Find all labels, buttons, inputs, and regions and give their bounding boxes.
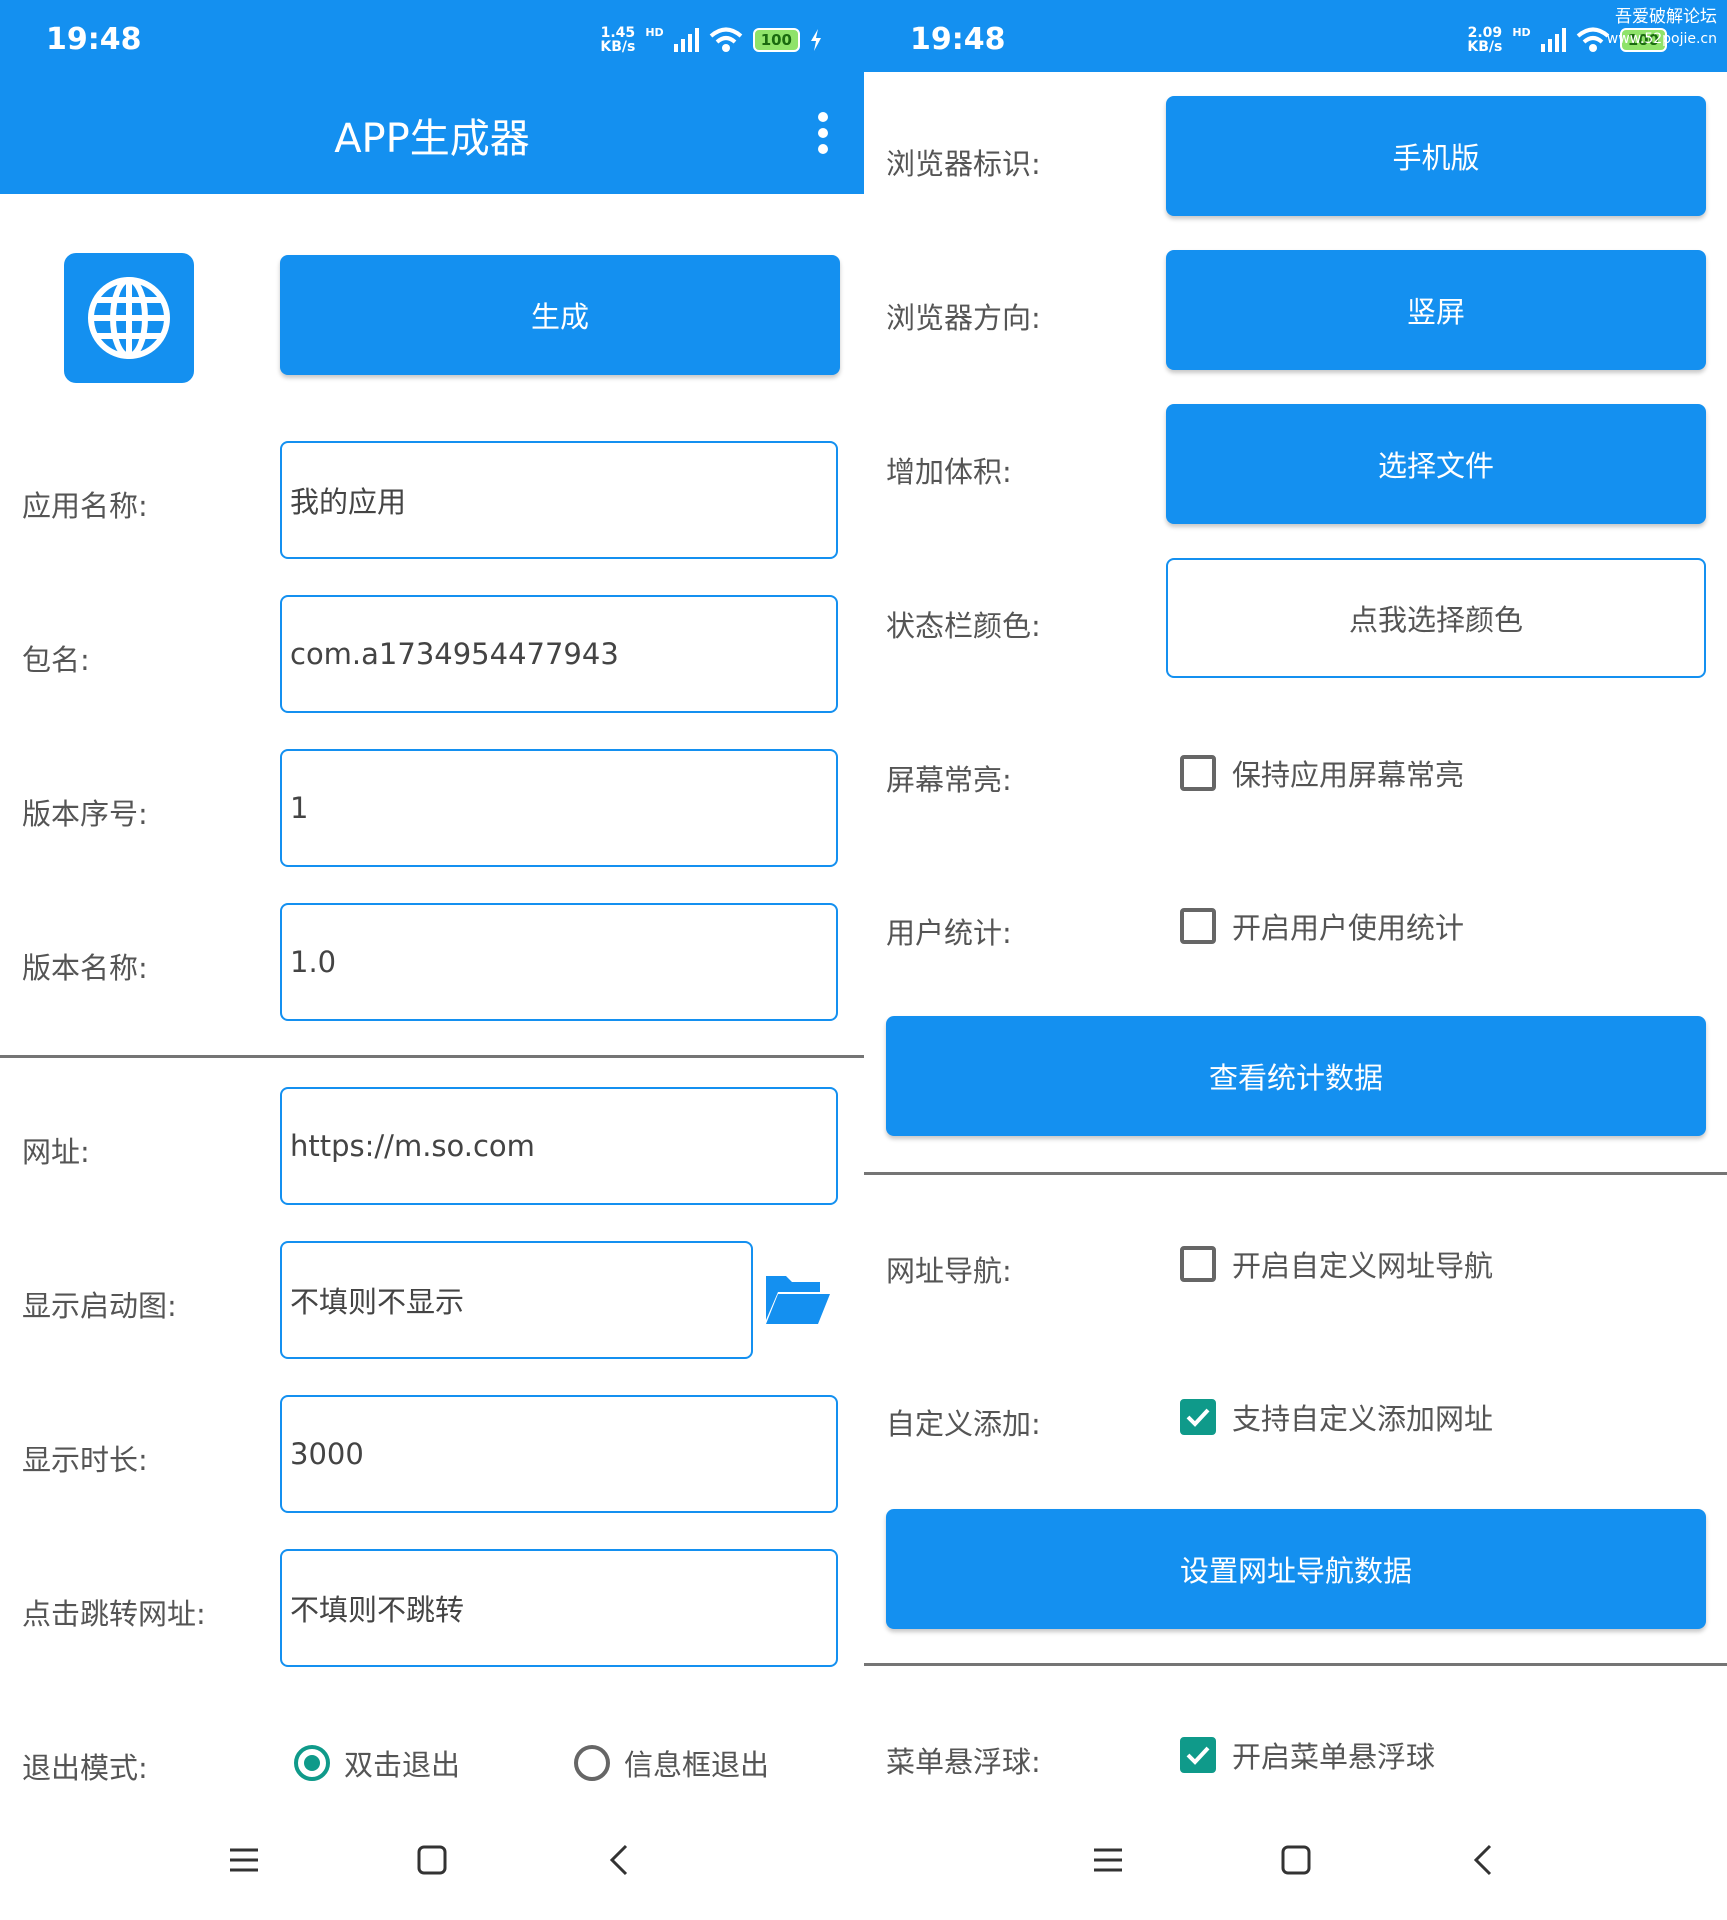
url-label: 网址: (22, 1135, 90, 1169)
wifi-icon (709, 27, 742, 52)
menu-float-label: 菜单悬浮球: (886, 1745, 1041, 1779)
browser-ua-button[interactable]: 手机版 (1166, 96, 1706, 216)
checkmark-icon (1180, 1737, 1216, 1773)
version-code-field[interactable]: 1 (280, 749, 838, 867)
home-icon[interactable] (412, 1840, 452, 1880)
checkbox-unchecked-icon (1180, 908, 1216, 944)
package-name-field[interactable]: com.a1734954477943 (280, 595, 838, 713)
status-bar-color-label: 状态栏颜色: (886, 609, 1041, 643)
app-name-label: 应用名称: (22, 489, 148, 523)
watermark: 吾爱破解论坛 www.52pojie.cn (1606, 7, 1717, 47)
exit-mode-label: 退出模式: (22, 1751, 148, 1785)
hd-badge: HD (645, 26, 664, 39)
splash-duration-label: 显示时长: (22, 1443, 148, 1477)
right-screen: 19:48 2.09 KB/s HD 100 吾爱破解论坛 www.52poji… (864, 0, 1727, 1920)
checkbox-unchecked-icon (1180, 1246, 1216, 1282)
user-stats-label: 用户统计: (886, 916, 1012, 950)
home-icon[interactable] (1276, 1840, 1316, 1880)
click-jump-url-label: 点击跳转网址: (22, 1597, 206, 1631)
set-nav-data-button[interactable]: 设置网址导航数据 (886, 1509, 1706, 1629)
signal-icon (1540, 28, 1566, 52)
version-code-label: 版本序号: (22, 797, 148, 831)
checkbox-unchecked-icon (1180, 755, 1216, 791)
screen-on-label: 屏幕常亮: (886, 763, 1012, 797)
splash-image-field[interactable]: 不填则不显示 (280, 1241, 753, 1359)
app-name-field[interactable]: 我的应用 (280, 441, 838, 559)
status-time: 19:48 (910, 22, 1006, 57)
version-name-label: 版本名称: (22, 951, 148, 985)
url-nav-checkbox[interactable]: 开启自定义网址导航 (1180, 1243, 1493, 1285)
radio-dialog-exit[interactable]: 信息框退出 (574, 1742, 769, 1784)
checkmark-icon (1180, 1399, 1216, 1435)
menu-float-checkbox[interactable]: 开启菜单悬浮球 (1180, 1734, 1435, 1776)
more-vert-icon[interactable] (818, 112, 830, 160)
back-icon[interactable] (600, 1840, 640, 1880)
hd-badge: HD (1512, 26, 1531, 39)
charging-icon (811, 29, 821, 51)
status-bar: 19:48 1.45 KB/s HD 100 (0, 0, 864, 72)
select-file-button[interactable]: 选择文件 (1166, 404, 1706, 524)
status-bar: 19:48 2.09 KB/s HD 100 吾爱破解论坛 www.52poji… (864, 0, 1727, 72)
screen-on-checkbox[interactable]: 保持应用屏幕常亮 (1180, 752, 1464, 794)
view-stats-button[interactable]: 查看统计数据 (886, 1016, 1706, 1136)
splash-image-label: 显示启动图: (22, 1289, 177, 1323)
status-icons: 1.45 KB/s HD 100 (600, 26, 822, 54)
generate-button[interactable]: 生成 (280, 255, 840, 375)
globe-icon (88, 277, 170, 359)
pick-color-button[interactable]: 点我选择颜色 (1166, 558, 1706, 678)
section-divider (0, 1055, 864, 1058)
section-divider (864, 1172, 1727, 1175)
app-bar: APP生成器 (0, 72, 864, 194)
wifi-icon (1576, 27, 1609, 52)
version-name-field[interactable]: 1.0 (280, 903, 838, 1021)
package-name-label: 包名: (22, 643, 90, 677)
url-field[interactable]: https://m.so.com (280, 1087, 838, 1205)
back-icon[interactable] (1464, 1840, 1504, 1880)
radio-unselected-icon (574, 1745, 610, 1781)
custom-add-label: 自定义添加: (886, 1407, 1041, 1441)
user-stats-checkbox[interactable]: 开启用户使用统计 (1180, 905, 1464, 947)
section-divider (864, 1663, 1727, 1666)
browser-ua-label: 浏览器标识: (886, 147, 1041, 181)
status-time: 19:48 (46, 22, 142, 57)
system-nav-bar (864, 1840, 1727, 1900)
app-icon[interactable] (64, 253, 194, 383)
system-nav-bar (0, 1840, 864, 1900)
folder-open-icon[interactable] (764, 1270, 832, 1326)
app-title: APP生成器 (334, 116, 530, 162)
browser-orientation-label: 浏览器方向: (886, 301, 1041, 335)
network-speed: 1.45 KB/s (600, 25, 636, 55)
splash-duration-field[interactable]: 3000 (280, 1395, 838, 1513)
click-jump-url-field[interactable]: 不填则不跳转 (280, 1549, 838, 1667)
signal-icon (673, 28, 699, 52)
browser-orientation-button[interactable]: 竖屏 (1166, 250, 1706, 370)
menu-icon[interactable] (224, 1840, 264, 1880)
url-nav-label: 网址导航: (886, 1254, 1012, 1288)
increase-size-label: 增加体积: (886, 455, 1012, 489)
network-speed: 2.09 KB/s (1467, 25, 1503, 55)
menu-icon[interactable] (1088, 1840, 1128, 1880)
left-screen: 19:48 1.45 KB/s HD 100 APP生成器 生成 应用名称: 我… (0, 0, 864, 1920)
radio-selected-icon (294, 1745, 330, 1781)
custom-add-checkbox[interactable]: 支持自定义添加网址 (1180, 1396, 1493, 1438)
battery-indicator: 100 (752, 28, 800, 52)
radio-double-click-exit[interactable]: 双击退出 (294, 1742, 460, 1784)
